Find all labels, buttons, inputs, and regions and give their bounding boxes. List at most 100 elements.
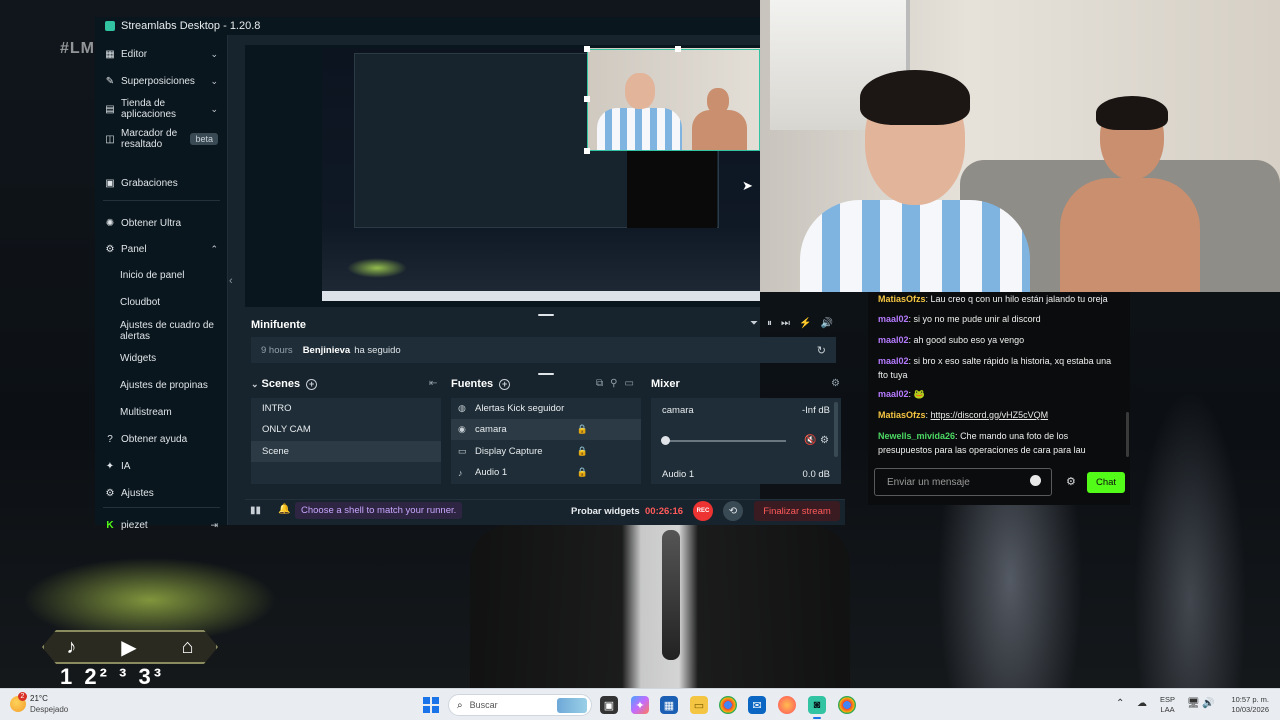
window-title: Streamlabs Desktop - 1.20.8 <box>121 20 261 32</box>
firefox-icon[interactable] <box>778 696 796 714</box>
sidebar-account[interactable]: K piezet ⇥ <box>95 518 228 532</box>
sidebar-item-help[interactable]: ? Obtener ayuda <box>95 432 228 446</box>
pause-icon[interactable]: ⏸ <box>767 318 772 329</box>
windows-taskbar: 2 21°C Despejado ⌕ Buscar ▣ ✦ ▦ ▭ ✉ ◙ ⌃ … <box>0 688 1280 720</box>
mute-alerts-icon[interactable]: ⚡ <box>799 318 811 329</box>
mixer-scrollbar[interactable] <box>834 402 838 457</box>
sidebar-subitem-dashboard-home[interactable]: Inicio de panel <box>120 270 185 281</box>
sidebar-collapse-icon[interactable]: ‹ <box>229 275 233 287</box>
chevron-down-icon[interactable]: ⌄ <box>251 379 259 390</box>
window-titlebar[interactable]: Streamlabs Desktop - 1.20.8 <box>95 17 760 35</box>
sidebar-item-ultra[interactable]: ✺ Obtener Ultra <box>95 216 228 230</box>
chat-username[interactable]: Newells_mivida26 <box>878 431 955 441</box>
sidebar-item-overlays[interactable]: ✎ Superposiciones ⌄ <box>95 74 228 88</box>
chat-link[interactable]: https://discord.gg/vHZ5cVQM <box>931 410 1049 420</box>
sidebar-subitem-multistream[interactable]: Multistream <box>120 407 172 418</box>
sidebar-subitem-tips[interactable]: Ajustes de propinas <box>120 380 208 391</box>
notification-message[interactable]: Choose a shell to match your runner. <box>295 502 463 519</box>
weather-temperature[interactable]: 21°C <box>30 694 48 703</box>
lock-icon[interactable]: 🔒 <box>577 467 588 478</box>
source-item-display-capture[interactable]: ▭ Display Capture 🔒 <box>451 441 641 462</box>
chat-username[interactable]: maal02 <box>878 335 909 345</box>
tray-overflow-icon[interactable]: ⌃ <box>1116 698 1124 709</box>
sidebar-item-recordings[interactable]: ▣ Grabaciones <box>95 176 228 190</box>
onedrive-icon[interactable]: ☁ <box>1137 698 1147 709</box>
add-scene-button[interactable]: + <box>306 378 318 390</box>
network-icon[interactable]: 🖥 <box>1187 698 1200 709</box>
taskbar-clock[interactable]: 10:57 p. m. 10/03/2026 <box>1225 695 1269 715</box>
record-button[interactable]: REC <box>693 501 713 521</box>
lock-icon[interactable]: 🔒 <box>577 446 588 457</box>
chat-scrollbar[interactable] <box>1126 412 1129 457</box>
streamlabs-taskbar-icon[interactable]: ◙ <box>808 696 826 719</box>
sidebar-item-highlighter[interactable]: ◫ Marcador de resaltado beta <box>95 127 228 151</box>
resize-handle[interactable] <box>675 46 681 52</box>
volume-tray-icon[interactable]: 🔊 <box>1202 698 1214 709</box>
sidebar-item-app-store[interactable]: ▤ Tienda de aplicaciones ⌄ <box>95 97 228 121</box>
chat-username[interactable]: MatiasOfzs <box>878 294 926 304</box>
filter-icon[interactable]: ⏷ <box>750 318 758 329</box>
copilot-icon[interactable]: ✦ <box>631 696 649 714</box>
source-group-icon[interactable]: ⧉ <box>596 378 603 389</box>
skip-icon[interactable]: ⏭ <box>781 318 790 329</box>
store-app-icon[interactable]: ▦ <box>660 696 678 714</box>
source-item-kick-alerts[interactable]: ◍ Alertas Kick seguidor <box>451 398 641 419</box>
sidebar-subitem-alertbox[interactable]: Ajustes de cuadro de alertas <box>120 320 220 342</box>
logout-icon[interactable]: ⇥ <box>210 520 218 531</box>
resize-handle[interactable] <box>584 96 590 102</box>
file-explorer-icon[interactable]: ▭ <box>690 696 708 714</box>
dock-resize-handle[interactable] <box>538 373 554 375</box>
sidebar-item-panel[interactable]: ⚙ Panel ⌃ <box>95 242 228 256</box>
test-widgets-button[interactable]: Probar widgets <box>571 506 640 517</box>
weather-description[interactable]: Despejado <box>30 705 68 714</box>
audio-settings-icon[interactable]: ⚙ <box>820 435 829 446</box>
chat-message: MatiasOfzs: Lau creo q con un hilo están… <box>878 294 1108 304</box>
scene-item-only-cam[interactable]: ONLY CAM <box>251 419 441 440</box>
sidebar-item-editor[interactable]: ▦ Editor ⌄ <box>95 47 228 61</box>
dock-resize-handle[interactable] <box>538 314 554 316</box>
volume-fader-track[interactable] <box>666 440 786 442</box>
resize-handle[interactable] <box>584 46 590 52</box>
chat-username[interactable]: maal02 <box>878 356 909 366</box>
resize-handle[interactable] <box>584 148 590 154</box>
end-stream-button[interactable]: Finalizar stream <box>754 501 840 521</box>
chat-message-input[interactable]: Enviar un mensaje <box>874 468 1052 496</box>
source-item-audio-1[interactable]: ♪ Audio 1 🔒 <box>451 462 641 483</box>
repeat-alert-icon[interactable]: ↻ <box>817 344 826 357</box>
folder-icon[interactable]: ▭ <box>624 378 633 389</box>
notification-bell-icon[interactable]: 🔔 <box>278 504 290 515</box>
chat-username[interactable]: MatiasOfzs <box>878 410 926 420</box>
add-source-button[interactable]: + <box>499 378 511 390</box>
chat-send-button[interactable]: Chat <box>1087 472 1125 493</box>
lock-icon[interactable]: 🔒 <box>577 424 588 435</box>
scene-item-intro[interactable]: INTRO <box>251 398 441 419</box>
stream-preview[interactable]: ➤ <box>245 45 760 307</box>
stats-icon[interactable]: ▮▮ <box>250 505 261 516</box>
scene-item-scene[interactable]: Scene <box>251 441 441 462</box>
chat-username[interactable]: maal02 <box>878 389 909 399</box>
emoji-picker-icon[interactable] <box>1030 475 1041 486</box>
source-item-camara[interactable]: ◉ camara 🔒 <box>451 419 641 440</box>
scene-transitions-icon[interactable]: ⇤ <box>429 378 437 389</box>
task-view-icon[interactable]: ▣ <box>600 696 618 714</box>
outlook-icon[interactable]: ✉ <box>748 696 766 714</box>
source-selection-box[interactable] <box>587 49 760 151</box>
sidebar-item-ai[interactable]: ✦ IA <box>95 459 228 473</box>
sidebar-subitem-cloudbot[interactable]: Cloudbot <box>120 297 160 308</box>
mute-icon[interactable]: 🔇 <box>804 435 816 446</box>
minifeed-controls: ⏷ ⏸ ⏭ ⚡ 🔊 <box>750 318 833 329</box>
chrome-icon[interactable] <box>719 696 737 714</box>
taskbar-search[interactable]: ⌕ Buscar <box>448 694 592 716</box>
mixer-settings-icon[interactable]: ⚙ <box>831 378 840 389</box>
chat-username[interactable]: maal02 <box>878 314 909 324</box>
volume-fader-knob[interactable] <box>661 436 670 445</box>
replay-buffer-icon[interactable]: ⟲ <box>723 501 743 521</box>
windows-start-icon[interactable] <box>423 697 439 713</box>
chrome-profile-icon[interactable] <box>838 696 856 714</box>
chat-settings-icon[interactable]: ⚙ <box>1066 475 1076 488</box>
sidebar-item-settings[interactable]: ⚙ Ajustes <box>95 486 228 500</box>
source-visibility-icon[interactable]: ⚲ <box>610 378 617 389</box>
volume-icon[interactable]: 🔊 <box>820 318 832 329</box>
keyboard-language[interactable]: ESP LAA <box>1160 695 1175 715</box>
sidebar-subitem-widgets[interactable]: Widgets <box>120 353 156 364</box>
